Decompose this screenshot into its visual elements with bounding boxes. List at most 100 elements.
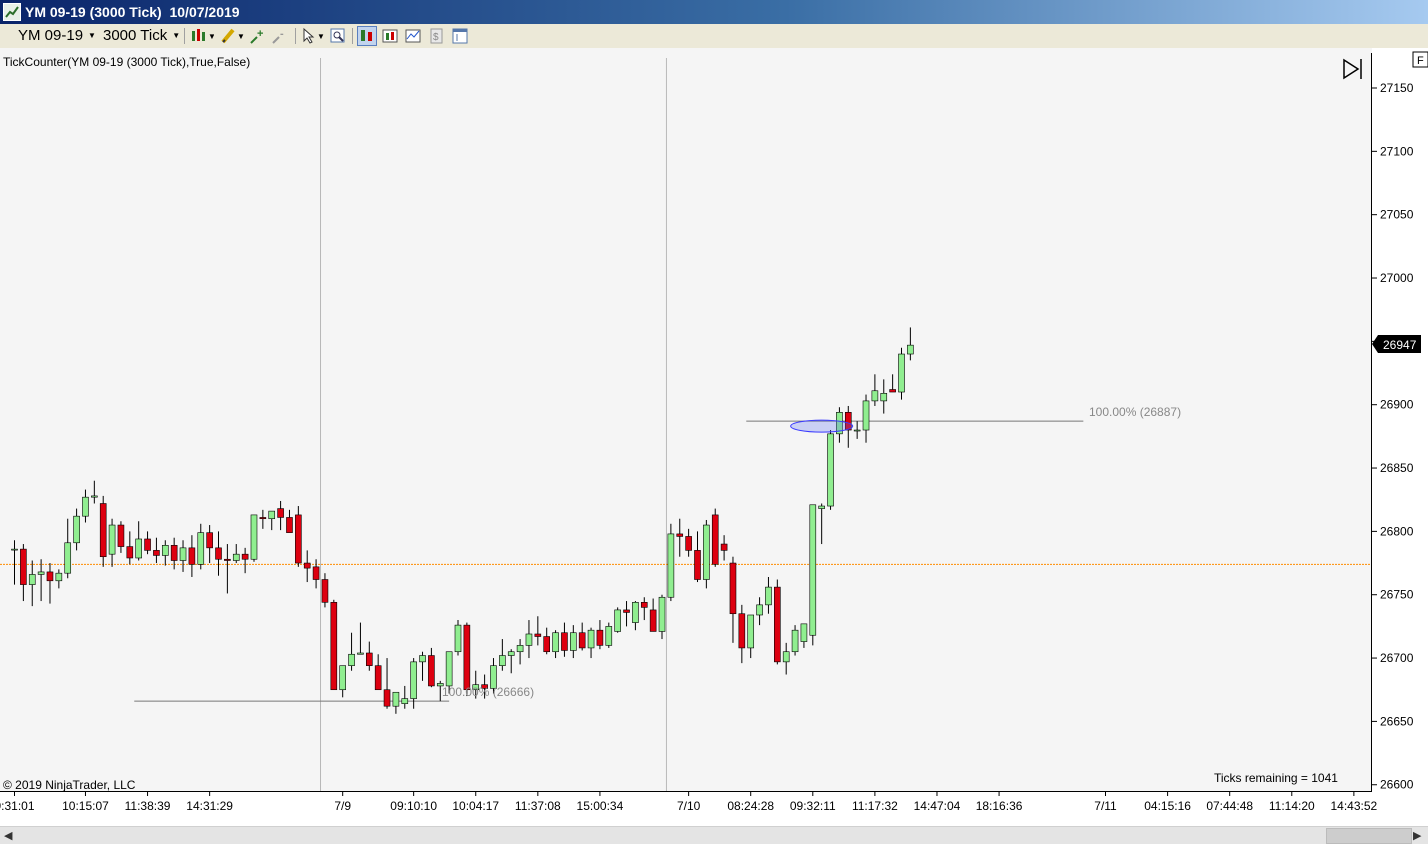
scroll-left-icon[interactable]: ◀: [4, 829, 12, 842]
candle-body: [774, 586, 781, 663]
candle-body: [516, 645, 524, 653]
price-tick-label: 27050: [1380, 208, 1414, 222]
candle-body: [570, 632, 577, 651]
candle-body: [738, 613, 746, 649]
indicator-icon[interactable]: [404, 27, 422, 45]
price-chart[interactable]: 2715027100270502700026950269002685026800…: [0, 48, 1428, 826]
price-tick-label: 26600: [1380, 778, 1414, 792]
time-tick-label: 14:43:52: [1331, 799, 1378, 813]
candle: [605, 622, 613, 648]
candle-body: [525, 633, 533, 646]
panel-toggle[interactable]: F: [1412, 51, 1428, 68]
candle: [295, 506, 302, 567]
candle-body: [605, 626, 613, 646]
zoom-plus-icon[interactable]: +: [249, 27, 267, 45]
chevron-down-icon: ▼: [88, 31, 96, 40]
candle-body: [454, 624, 462, 653]
scroll-right-icon[interactable]: ▶: [1413, 829, 1421, 842]
candle-body: [632, 602, 639, 623]
candle-body: [11, 548, 18, 551]
candle-body: [303, 562, 311, 569]
fib-label-high: 100.00% (26887): [1089, 405, 1181, 419]
copyright-icon[interactable]: $: [428, 27, 446, 45]
zoom-minus-icon[interactable]: -: [271, 27, 289, 45]
candle: [667, 523, 675, 602]
time-tick-label: 14:47:04: [914, 799, 961, 813]
time-tick-label: 07:44:48: [1206, 799, 1253, 813]
chart-toolbar: YM 09-19 ▼ 3000 Tick ▼ ▼ ▼ + - ▼ $: [0, 24, 1428, 49]
candle: [898, 347, 905, 400]
candle-body: [587, 629, 595, 649]
bar-style-icon[interactable]: ▼: [190, 27, 216, 45]
instrument-label: YM 09-19: [18, 27, 84, 44]
candle-body: [800, 623, 808, 642]
candle-body: [649, 609, 657, 632]
candle-body: [321, 579, 329, 603]
candle: [99, 495, 107, 567]
price-tick-label: 27000: [1380, 271, 1414, 285]
candle-body: [312, 566, 320, 580]
candle-body: [277, 508, 284, 518]
properties-icon[interactable]: [451, 27, 469, 45]
horizontal-scrollbar[interactable]: ◀ ▶: [0, 826, 1428, 844]
chevron-down-icon: ▼: [172, 31, 181, 40]
svg-text:▼: ▼: [317, 32, 325, 41]
draw-pencil-icon[interactable]: ▼: [220, 27, 245, 45]
candle: [703, 519, 710, 589]
chart-trader-icon[interactable]: [357, 26, 377, 46]
candle-body: [596, 629, 604, 646]
chart-window-icon: [3, 3, 21, 21]
candle-body: [91, 495, 98, 498]
price-tick-label: 27100: [1380, 144, 1414, 158]
toolbar-separator: [184, 28, 185, 44]
svg-text:$: $: [433, 32, 439, 43]
candle-body: [676, 533, 684, 537]
ellipse-drawing[interactable]: [790, 419, 854, 433]
candle-body: [871, 390, 879, 402]
candle-body: [241, 553, 249, 560]
time-tick-label: 08:24:28: [727, 799, 774, 813]
pointer-icon[interactable]: ▼: [301, 27, 325, 45]
candle-body: [99, 503, 107, 558]
time-tick-label: 7/10: [677, 799, 701, 813]
candle-body: [711, 514, 719, 565]
candle: [774, 579, 781, 665]
candle-body: [534, 633, 542, 637]
candle-body: [357, 652, 364, 655]
candle: [827, 430, 834, 510]
candle-body: [445, 651, 453, 687]
svg-text:▼: ▼: [237, 32, 244, 41]
candle-body: [170, 545, 178, 561]
candle-body: [729, 562, 737, 615]
candle-body: [889, 389, 896, 393]
price-tick-label: 26650: [1380, 714, 1414, 728]
candle-body: [507, 651, 515, 656]
price-tick-label: 26850: [1380, 461, 1414, 475]
time-tick-label: 14:31:29: [186, 799, 233, 813]
time-tick-label: 11:38:39: [125, 799, 171, 813]
candle-body: [552, 632, 559, 653]
candle-body: [206, 532, 213, 549]
candle-body: [153, 550, 160, 556]
time-tick-label: 15:00:34: [577, 799, 624, 813]
candle-body: [818, 505, 825, 509]
time-tick-label: 11:17:32: [852, 799, 898, 813]
toolbar-separator: [295, 28, 296, 44]
scrollbar-thumb[interactable]: [1326, 828, 1412, 844]
candle-body: [46, 571, 54, 582]
candle-body: [339, 665, 346, 691]
candle-body: [250, 514, 258, 560]
candle-body: [720, 543, 728, 551]
data-box-icon[interactable]: [329, 27, 347, 45]
candle-body: [117, 524, 125, 547]
strategy-icon[interactable]: [381, 27, 399, 45]
candle-body: [20, 548, 27, 585]
candle-body: [197, 532, 205, 565]
time-tick-label: 7/9: [334, 799, 351, 813]
candle-body: [232, 553, 240, 561]
candle-body: [640, 602, 648, 608]
interval-dropdown[interactable]: 3000 Tick ▼: [103, 27, 180, 45]
candle-body: [898, 353, 905, 393]
instrument-dropdown[interactable]: YM 09-19 ▼: [18, 27, 96, 45]
time-tick-label: 7/11: [1094, 799, 1117, 813]
